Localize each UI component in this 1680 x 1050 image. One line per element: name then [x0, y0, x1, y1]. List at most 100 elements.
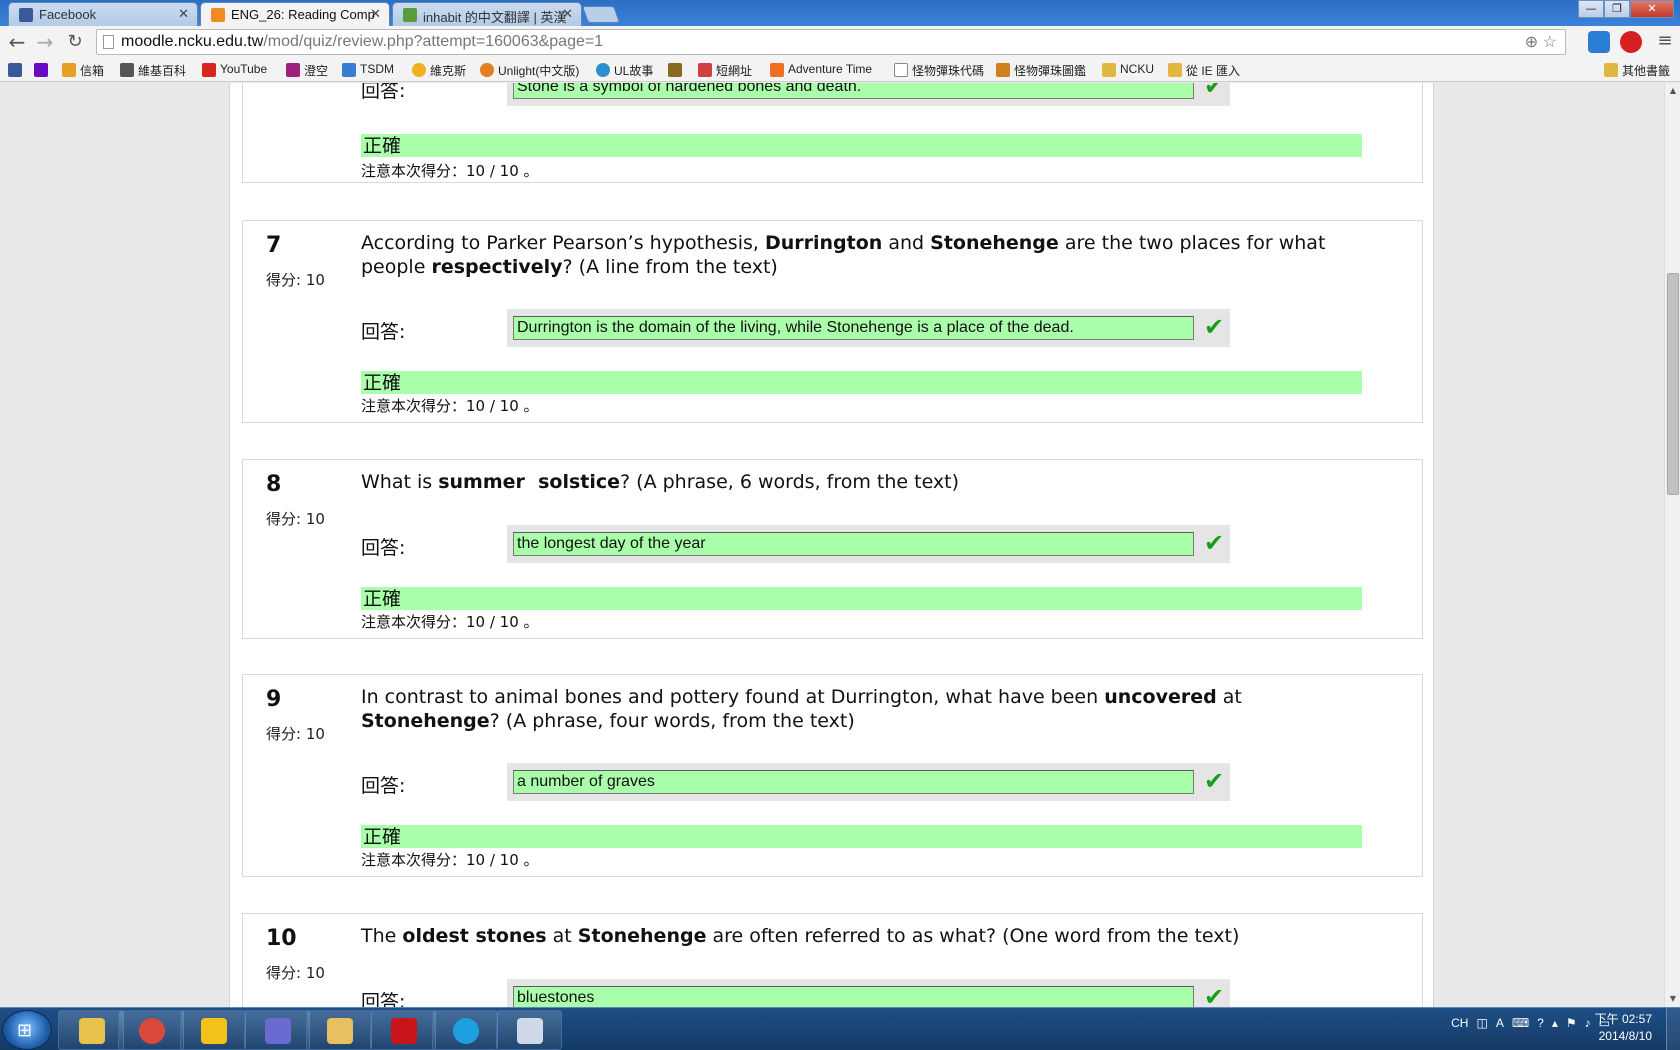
volume-icon[interactable]: ♪ [1585, 1016, 1591, 1030]
bold-term: Stonehenge [361, 710, 490, 732]
text-run: The [361, 925, 403, 947]
taskbar-app-pin[interactable] [180, 1010, 246, 1050]
bookmark-mail[interactable]: 信箱 [62, 62, 104, 78]
window-close-button[interactable]: ✕ [1630, 0, 1674, 18]
bookmark-adventure-time[interactable]: Adventure Time [770, 62, 872, 78]
menu-icon[interactable]: ≡ [1654, 30, 1676, 52]
taskbar: ⊞ CH ◫ A ⌨ ? ▴ ⚑ ♪ ▭ 下午 02:57 2014/8/10 [0, 1007, 1680, 1050]
text-run: ? (A line from the text) [562, 256, 778, 278]
minimize-button[interactable]: — [1578, 0, 1604, 18]
back-arrow-icon[interactable]: ← [4, 30, 30, 54]
reload-icon[interactable]: ↻ [62, 30, 88, 54]
adblock-extension-icon[interactable] [1620, 31, 1642, 53]
bookmark-label: 澄空 [304, 64, 329, 78]
bookmark-misc[interactable] [668, 62, 686, 78]
tray-expand-icon[interactable]: ▴ [1552, 1016, 1558, 1030]
bookmark-folder-ie[interactable]: 從 IE 匯入 [1168, 62, 1240, 78]
bookmark-folder-ncku[interactable]: NCKU [1102, 62, 1154, 78]
bookmark-youtube[interactable]: YouTube [202, 62, 267, 78]
answer-field[interactable]: Stone is a symbol of hardened bones and … [513, 83, 1194, 99]
answer-label: 回答: [361, 321, 406, 343]
answer-field[interactable]: Durrington is the domain of the living, … [513, 316, 1194, 340]
bookmark-unlight[interactable]: Unlight(中文版) [480, 62, 579, 78]
star-icon[interactable]: ☆ [1543, 34, 1557, 51]
answer-field[interactable]: a number of graves [513, 770, 1194, 794]
answer-label: 回答: [361, 537, 406, 559]
window-controls: — ❐ ✕ [1578, 0, 1674, 20]
close-icon[interactable]: ✕ [562, 6, 573, 22]
zoom-icon[interactable]: ⊕ [1525, 34, 1538, 51]
maximize-button[interactable]: ❐ [1604, 0, 1630, 18]
keyboard-icon[interactable]: ⌨ [1512, 1016, 1529, 1030]
flag-icon[interactable]: ⚑ [1566, 1016, 1577, 1030]
facebook-icon [19, 8, 33, 22]
taskbar-app-acrobat[interactable] [370, 1010, 436, 1050]
language-indicator[interactable]: CH [1451, 1016, 1468, 1030]
question-text: The oldest stones at Stonehenge are ofte… [361, 924, 1361, 948]
youtube-icon [202, 63, 216, 77]
scrollbar-thumb[interactable] [1667, 273, 1679, 495]
close-icon[interactable]: ✕ [178, 6, 189, 22]
other-bookmarks[interactable]: 其他書籤 [1604, 62, 1670, 78]
taskbar-app-explorer[interactable] [306, 1010, 372, 1050]
bookmark-tsdm[interactable]: TSDM [342, 62, 394, 78]
taskbar-app-skype[interactable] [432, 1010, 498, 1050]
correct-feedback: 正確 [361, 134, 1362, 157]
bookmark-weikesi[interactable]: 維克斯 [412, 62, 466, 78]
bookmark-label: 信箱 [80, 64, 105, 78]
score-note: 注意本次得分：10 / 10 。 [361, 613, 539, 631]
misc-icon [668, 63, 682, 77]
bookmark-monster-codes[interactable]: 怪物彈珠代碼 [894, 62, 984, 78]
taskbar-app-chrome[interactable] [118, 1010, 184, 1050]
clock[interactable]: 下午 02:57 2014/8/10 [1595, 1011, 1652, 1045]
ime-icon[interactable]: ◫ [1476, 1016, 1487, 1030]
bookmark-monster-gallery[interactable]: 怪物彈珠圖鑑 [996, 62, 1086, 78]
question-10: 10 得分: 10 The oldest stones at Stoneheng… [242, 913, 1423, 1007]
forward-arrow-icon[interactable]: → [32, 30, 58, 54]
ime-mode-icon[interactable]: A [1496, 1016, 1504, 1030]
answer-label: 回答: [361, 991, 406, 1007]
scroll-up-arrow-icon[interactable]: ▲ [1665, 83, 1680, 99]
page-column: 回答: Stone is a symbol of hardened bones … [229, 83, 1434, 1007]
bookmark-label: 從 IE 匯入 [1186, 64, 1241, 78]
question-number: 8 [266, 472, 282, 497]
taskbar-app-paint[interactable] [496, 1010, 562, 1050]
mail-icon [62, 63, 76, 77]
answer-field[interactable]: bluestones [513, 986, 1194, 1007]
tab-title: inhabit 的中文翻譯 | 英漢 [423, 10, 567, 25]
folder-icon [1102, 63, 1116, 77]
acrobat-icon [391, 1018, 417, 1044]
taskbar-app-ie[interactable] [58, 1010, 124, 1050]
bookmark-yahoo[interactable] [34, 62, 52, 78]
address-bar[interactable]: moodle.ncku.edu.tw/mod/quiz/review.php?a… [96, 29, 1566, 55]
folder-icon [327, 1018, 353, 1044]
check-icon: ✔ [1204, 983, 1225, 1007]
show-desktop-button[interactable] [1666, 1008, 1680, 1050]
vertical-scrollbar[interactable]: ▲ ▼ [1664, 83, 1680, 1007]
close-icon[interactable]: ✕ [370, 6, 381, 22]
bookmark-facebook[interactable] [8, 62, 26, 78]
bold-term: oldest stones [402, 925, 547, 947]
taskbar-app-media[interactable] [244, 1010, 310, 1050]
text-run: In contrast to animal bones and pottery … [361, 686, 1105, 708]
scroll-down-arrow-icon[interactable]: ▼ [1665, 991, 1680, 1007]
clock-time: 下午 02:57 [1594, 1012, 1652, 1026]
tab-inhabit[interactable]: inhabit 的中文翻譯 | 英漢 ✕ [392, 2, 582, 26]
bookmark-chengkong[interactable]: 澄空 [286, 62, 328, 78]
bookmark-label: 怪物彈珠代碼 [912, 64, 985, 78]
tab-eng26[interactable]: ENG_26: Reading Comp ✕ [200, 2, 390, 26]
text-run: ? (A phrase, four words, from the text) [489, 710, 855, 732]
answer-field[interactable]: the longest day of the year [513, 532, 1194, 556]
question-text: What is summer solstice? (A phrase, 6 wo… [361, 470, 1361, 494]
folder-icon [1604, 63, 1618, 77]
start-button[interactable]: ⊞ [2, 1010, 52, 1050]
bookmark-wikipedia[interactable]: 維基百科 [120, 62, 186, 78]
correct-feedback: 正確 [361, 587, 1362, 610]
ipa-extension-icon[interactable] [1588, 31, 1610, 53]
new-tab-button[interactable] [581, 6, 621, 23]
tab-facebook[interactable]: Facebook ✕ [8, 2, 198, 26]
page-icon [103, 35, 114, 49]
help-icon[interactable]: ? [1537, 1016, 1544, 1030]
bookmark-ul-story[interactable]: UL故事 [596, 62, 653, 78]
bookmark-short-url[interactable]: 短網址 [698, 62, 752, 78]
